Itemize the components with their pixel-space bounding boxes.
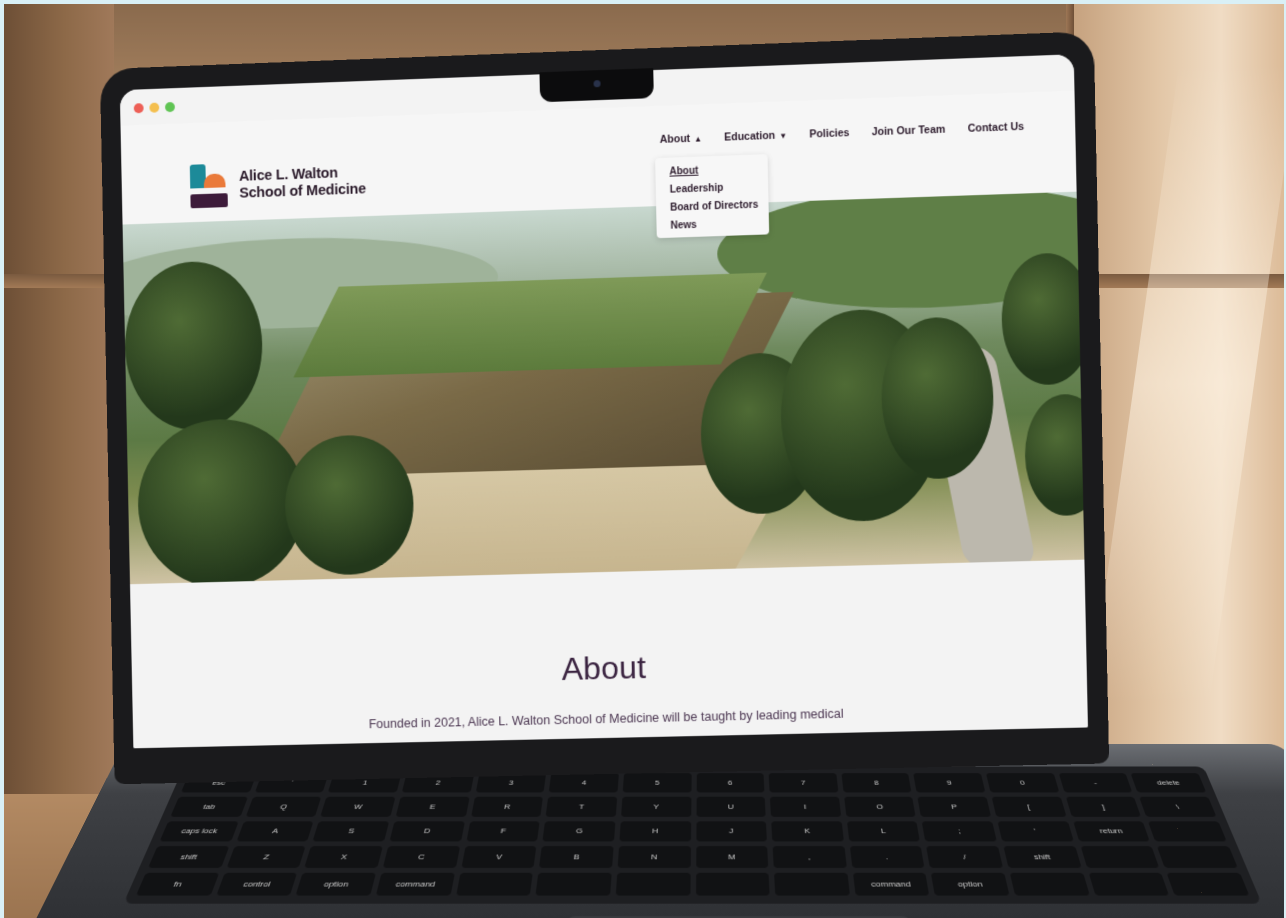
keyboard-key[interactable]: D (389, 821, 465, 842)
keyboard-key[interactable]: control (215, 872, 298, 896)
keyboard-key[interactable]: X (304, 846, 383, 869)
about-dropdown-menu: About Leadership Board of Directors News (655, 154, 770, 239)
minimize-window-dot[interactable] (149, 102, 160, 113)
keyboard-key[interactable]: H (619, 821, 691, 842)
keyboard: esc ` 1 2 3 4 5 6 7 8 9 0- delete tab Q W E R T Y U I O P[] \ cap… (123, 766, 1262, 904)
keyboard-key[interactable]: F (465, 821, 540, 842)
keyboard-key[interactable]: S (312, 821, 390, 842)
keyboard-key[interactable]: 5 (622, 773, 692, 793)
keyboard-key[interactable]: delete (1130, 773, 1207, 793)
keyboard-key[interactable]: 0 (986, 773, 1059, 793)
keyboard-key[interactable]: \ (1139, 796, 1217, 817)
keyboard-key[interactable]: C (382, 846, 460, 869)
keyboard-key[interactable]: P (917, 796, 992, 817)
keyboard-key[interactable]: N (617, 846, 691, 869)
keyboard-key[interactable] (455, 872, 533, 896)
chevron-down-icon: ▼ (779, 130, 788, 141)
keyboard-key[interactable]: E (395, 796, 470, 817)
nav-item-join-our-team[interactable]: Join Our Team (872, 124, 946, 139)
wood-panel-left (4, 4, 114, 918)
keyboard-key[interactable] (1088, 872, 1170, 896)
keyboard-key[interactable]: shift (147, 846, 229, 869)
keyboard-key[interactable]: / (926, 846, 1004, 869)
keyboard-key[interactable] (1080, 846, 1160, 869)
nav-item-contact-us[interactable]: Contact Us (968, 121, 1025, 135)
keyboard-key[interactable]: ' (997, 821, 1074, 842)
site-logo[interactable]: Alice L. Walton School of Medicine (189, 158, 366, 210)
keyboard-key[interactable]: command (375, 872, 455, 896)
keyboard-key[interactable]: L (846, 821, 921, 842)
zoom-window-dot[interactable] (164, 101, 175, 113)
keyboard-key[interactable] (615, 872, 691, 896)
laptop-screen: Alice L. Walton School of Medicine About… (119, 54, 1088, 749)
nav-item-about[interactable]: About ▲ (660, 132, 703, 146)
keyboard-key[interactable]: K (771, 821, 844, 842)
keyboard-key[interactable]: 6 (696, 773, 765, 793)
keyboard-key[interactable]: , (772, 846, 847, 869)
close-window-dot[interactable] (133, 103, 144, 114)
green-roof (293, 272, 767, 378)
keyboard-key[interactable]: 7 (768, 773, 839, 793)
keyboard-key[interactable]: I (770, 796, 841, 817)
main-nav: About ▲ Education ▼ Policies Join Our Te… (660, 121, 1025, 146)
keyboard-key[interactable]: Y (620, 796, 691, 817)
logo-text: Alice L. Walton School of Medicine (239, 164, 366, 202)
nav-item-education[interactable]: Education ▼ (724, 129, 788, 144)
keyboard-key[interactable]: 9 (913, 773, 986, 793)
keyboard-key[interactable]: R (470, 796, 544, 817)
keyboard-key[interactable]: . (849, 846, 925, 869)
keyboard-key[interactable]: T (545, 796, 618, 817)
keyboard-key[interactable]: tab (170, 796, 248, 817)
dropdown-item-news[interactable]: News (670, 214, 769, 235)
keyboard-key[interactable]: W (320, 796, 396, 817)
keyboard-key[interactable]: 4 (548, 773, 619, 793)
intro-text: Founded in 2021, Alice L. Walton School … (368, 706, 844, 732)
keyboard-key[interactable]: Q (245, 796, 322, 817)
logo-line-2: School of Medicine (239, 181, 367, 202)
keyboard-key[interactable] (535, 872, 612, 896)
keyboard-key[interactable]: G (542, 821, 616, 842)
keyboard-key[interactable]: U (696, 796, 766, 817)
keyboard-key[interactable]: 8 (841, 773, 912, 793)
keyboard-key[interactable]: command (852, 872, 930, 896)
keyboard-key[interactable]: option (931, 872, 1010, 896)
keyboard-key[interactable] (1148, 821, 1227, 842)
camera-notch (539, 68, 654, 103)
keyboard-key[interactable]: B (539, 846, 614, 869)
keyboard-key[interactable]: return (1072, 821, 1151, 842)
keyboard-key[interactable] (695, 872, 770, 896)
keyboard-key[interactable]: A (236, 821, 314, 842)
keyboard-key[interactable] (1009, 872, 1090, 896)
keyboard-key[interactable]: O (843, 796, 916, 817)
keyboard-key[interactable]: shift (1003, 846, 1082, 869)
photo-scene: esc ` 1 2 3 4 5 6 7 8 9 0- delete tab Q W E R T Y U I O P[] \ cap… (4, 4, 1284, 918)
keyboard-key[interactable]: Z (226, 846, 306, 869)
keyboard-key[interactable]: - (1058, 773, 1133, 793)
keyboard-key[interactable] (1166, 872, 1250, 896)
keyboard-key[interactable] (774, 872, 850, 896)
keyboard-key[interactable]: V (460, 846, 537, 869)
dropdown-item-board-of-directors[interactable]: Board of Directors (670, 196, 769, 217)
laptop-lid: Alice L. Walton School of Medicine About… (99, 31, 1110, 785)
keyboard-key[interactable] (1157, 846, 1238, 869)
keyboard-key[interactable]: ] (1065, 796, 1142, 817)
hero-campus-image (122, 191, 1085, 585)
nav-item-policies[interactable]: Policies (809, 127, 849, 141)
page-title: About (561, 649, 647, 687)
keyboard-key[interactable]: J (695, 821, 768, 842)
keyboard-key[interactable]: M (695, 846, 769, 869)
keyboard-key[interactable]: option (295, 872, 376, 896)
keyboard-key[interactable]: fn (135, 872, 219, 896)
logo-mark-icon (189, 163, 230, 210)
keyboard-key[interactable]: caps lock (159, 821, 239, 842)
chevron-up-icon: ▲ (694, 133, 703, 144)
camera-icon (593, 80, 601, 88)
about-section: About Founded in 2021, Alice L. Walton S… (129, 559, 1088, 749)
keyboard-key[interactable]: ; (922, 821, 997, 842)
keyboard-key[interactable]: [ (991, 796, 1067, 817)
